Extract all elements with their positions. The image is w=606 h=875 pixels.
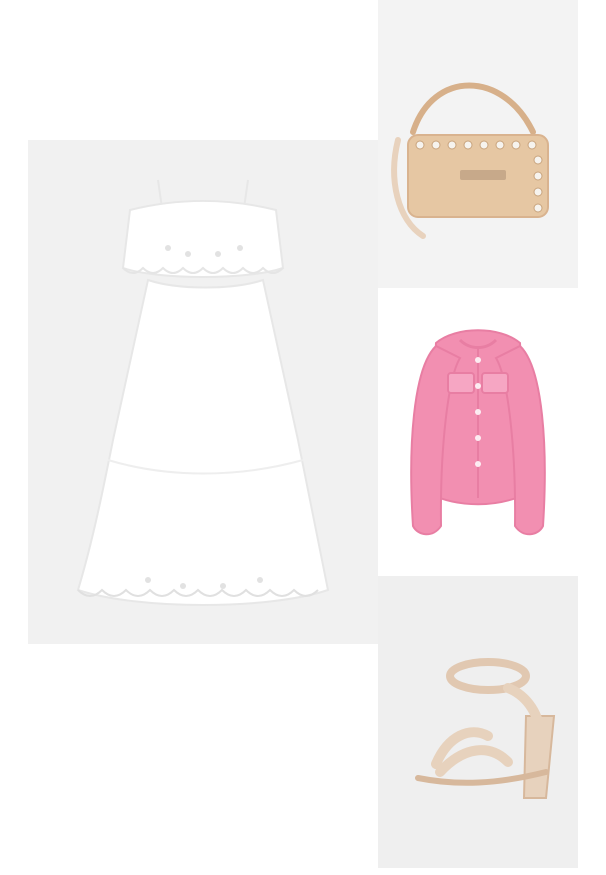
sandals-illustration bbox=[415, 658, 556, 799]
dress-image-tile[interactable] bbox=[28, 140, 378, 644]
sandals-image-tile[interactable] bbox=[378, 576, 578, 868]
outfit-collage bbox=[0, 0, 606, 875]
dress-illustration bbox=[76, 179, 330, 606]
cardigan-illustration bbox=[410, 329, 546, 536]
cardigan-image-tile[interactable] bbox=[378, 288, 578, 576]
bag-illustration bbox=[391, 82, 549, 239]
bag-image-tile[interactable] bbox=[378, 0, 578, 288]
